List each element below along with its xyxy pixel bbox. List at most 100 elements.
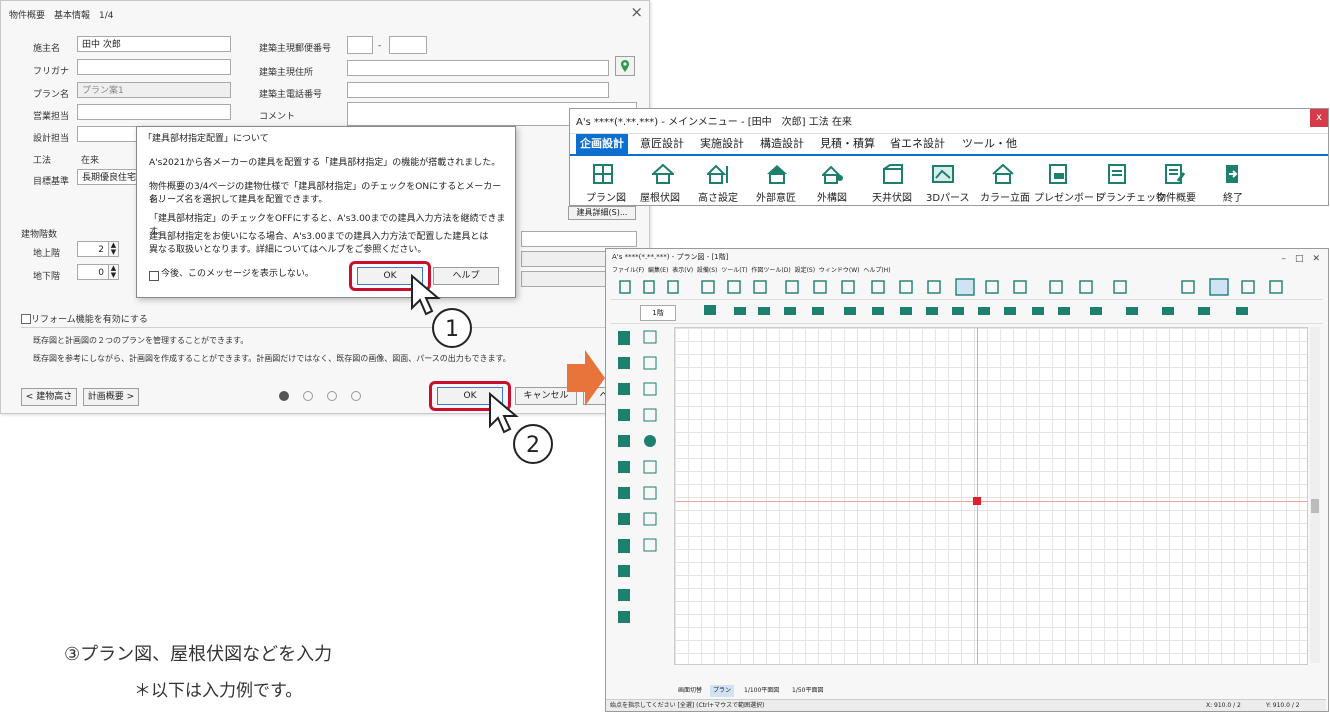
- dont-show-checkbox[interactable]: [149, 271, 159, 281]
- zip-field-1[interactable]: [347, 36, 373, 54]
- tab-design[interactable]: 意匠設計: [636, 134, 688, 154]
- exterior-icon[interactable]: [766, 163, 788, 189]
- floor-select[interactable]: 1階: [640, 305, 676, 321]
- reform-desc-1: 既存図と計画図の２つのプランを管理することができます。: [33, 336, 249, 345]
- map-pin-icon: [621, 60, 629, 72]
- ceiling-icon[interactable]: [882, 163, 904, 189]
- menu-item-roof[interactable]: 屋根伏図: [640, 189, 680, 204]
- menu-window[interactable]: ウィンドウ(W): [819, 267, 860, 274]
- menu-edit[interactable]: 編集(E): [648, 267, 668, 274]
- main-menu-title: A's ****(*.**.***) - メインメニュー - [田中 次郎] 工…: [576, 117, 852, 128]
- bottom-tab-bar: 画面切替 プラン 1/100平面図 1/50平面図: [606, 685, 1326, 697]
- sales-label: 営業担当: [33, 112, 70, 122]
- tab-estimate[interactable]: 見積・積算: [816, 134, 879, 154]
- menu-draw[interactable]: 作図ツール(D): [751, 267, 790, 274]
- tab-tools[interactable]: ツール・他: [958, 134, 1021, 154]
- sales-field[interactable]: [77, 104, 231, 120]
- menu-item-perspective[interactable]: 3Dパース: [926, 189, 970, 204]
- menu-item-elevation[interactable]: カラー立面: [980, 189, 1030, 204]
- close-icon[interactable]: x: [1310, 109, 1328, 127]
- main-menu-window: A's ****(*.**.***) - メインメニュー - [田中 次郎] 工…: [569, 108, 1329, 206]
- tab-planning[interactable]: 企画設計: [576, 134, 628, 154]
- plan-check-icon[interactable]: [1107, 163, 1129, 189]
- menu-item-property[interactable]: 物件概要: [1156, 189, 1196, 204]
- spec-select[interactable]: [521, 231, 637, 247]
- reform-checkbox[interactable]: [21, 314, 31, 324]
- page-dot-2[interactable]: [303, 391, 313, 401]
- tel-field[interactable]: [347, 82, 609, 98]
- plan-icon[interactable]: [592, 163, 614, 189]
- menu-equip[interactable]: 設備(S): [697, 267, 718, 274]
- tab-plan-50[interactable]: 1/50平面図: [792, 685, 823, 697]
- perspective-icon[interactable]: [932, 163, 954, 189]
- method-value: 在来: [81, 156, 100, 166]
- exit-icon[interactable]: [1221, 163, 1243, 189]
- coord-y: Y: 910.0 / 2: [1266, 702, 1300, 709]
- tab-structure[interactable]: 構造設計: [756, 134, 808, 154]
- menu-item-plan[interactable]: プラン図: [586, 189, 626, 204]
- zip-field-2[interactable]: [389, 36, 427, 54]
- step-1-marker: 1: [432, 308, 472, 348]
- vertical-scrollbar[interactable]: [1310, 327, 1320, 663]
- landscape-icon[interactable]: [820, 163, 844, 189]
- back-button[interactable]: < 建物高さ: [21, 388, 77, 406]
- menu-item-exterior[interactable]: 外部意匠: [756, 189, 796, 204]
- above-floor-field[interactable]: 2: [77, 241, 109, 257]
- page-dot-4[interactable]: [351, 391, 361, 401]
- tab-implementation[interactable]: 実施設計: [696, 134, 748, 154]
- above-floor-label: 地上階: [33, 249, 61, 259]
- menu-view[interactable]: 表示(V): [672, 267, 693, 274]
- close-icon[interactable]: ×: [630, 3, 643, 21]
- below-floor-field[interactable]: 0: [77, 264, 109, 280]
- target-select[interactable]: 長期優良住宅: [77, 169, 137, 185]
- design-label: 設計担当: [33, 134, 70, 144]
- tab-plan[interactable]: プラン: [710, 685, 735, 697]
- address-field[interactable]: [347, 60, 609, 76]
- zip-separator: -: [378, 41, 382, 51]
- arrow-right-icon: [567, 350, 605, 406]
- tel-label: 建築主電話番号: [259, 90, 323, 100]
- above-floor-stepper[interactable]: ▲ ▼: [109, 241, 119, 257]
- palette-icons[interactable]: [608, 327, 670, 627]
- window-controls-icon[interactable]: – □ ✕: [1281, 251, 1320, 264]
- step-3-instruction: ③プラン図、屋根伏図などを入力: [64, 644, 333, 665]
- owner-label: 施主名: [33, 44, 61, 54]
- scroll-thumb[interactable]: [1311, 499, 1319, 513]
- tab-screen-switch[interactable]: 画面切替: [678, 685, 702, 697]
- design-field[interactable]: [77, 126, 137, 142]
- next-button[interactable]: 計画概要 >: [83, 388, 139, 406]
- page-dot-3[interactable]: [327, 391, 337, 401]
- fittings-detail-button[interactable]: 建具詳細(S)...: [568, 206, 636, 220]
- menu-file[interactable]: ファイル(F): [612, 267, 644, 274]
- step-2-marker: 2: [513, 424, 553, 464]
- status-text: 始点を指示してください [全選] (Ctrl+マウスで範囲選択): [610, 702, 765, 709]
- menu-item-exit[interactable]: 終了: [1223, 189, 1243, 204]
- tab-energy[interactable]: 省エネ設計: [886, 134, 949, 154]
- page-dot-1[interactable]: [279, 391, 289, 401]
- plan-field[interactable]: プラン案1: [77, 82, 231, 98]
- tab-plan-100[interactable]: 1/100平面図: [744, 685, 779, 697]
- owner-field[interactable]: 田中 次郎: [77, 36, 231, 52]
- menu-item-height[interactable]: 高さ設定: [698, 189, 738, 204]
- property-icon[interactable]: [1164, 163, 1186, 189]
- menu-item-ceiling[interactable]: 天井伏図: [872, 189, 912, 204]
- tab-underline: [570, 154, 1328, 156]
- menu-settings[interactable]: 設定(S): [795, 267, 816, 274]
- status-bar: 始点を指示してください [全選] (Ctrl+マウスで範囲選択) X: 910.…: [606, 699, 1326, 711]
- wall-tool-icons[interactable]: [694, 303, 1314, 321]
- menu-tool[interactable]: ツール(T): [721, 267, 747, 274]
- menu-help[interactable]: ヘルプ(H): [863, 267, 890, 274]
- menu-item-presentation[interactable]: プレゼンボード: [1034, 189, 1104, 204]
- drawing-canvas[interactable]: [674, 327, 1308, 665]
- zip-label: 建築主現郵便番号: [259, 44, 332, 54]
- kana-field[interactable]: [77, 59, 231, 75]
- presentation-icon[interactable]: [1048, 163, 1070, 189]
- roof-icon[interactable]: [650, 163, 676, 189]
- menu-item-landscape[interactable]: 外構図: [817, 189, 847, 204]
- elevation-icon[interactable]: [992, 163, 1014, 189]
- map-pin-button[interactable]: [615, 56, 635, 76]
- height-icon[interactable]: [705, 163, 729, 189]
- below-floor-stepper[interactable]: ▲ ▼: [109, 264, 119, 280]
- origin-marker[interactable]: [973, 497, 981, 505]
- toolbar-icons[interactable]: [610, 277, 1322, 299]
